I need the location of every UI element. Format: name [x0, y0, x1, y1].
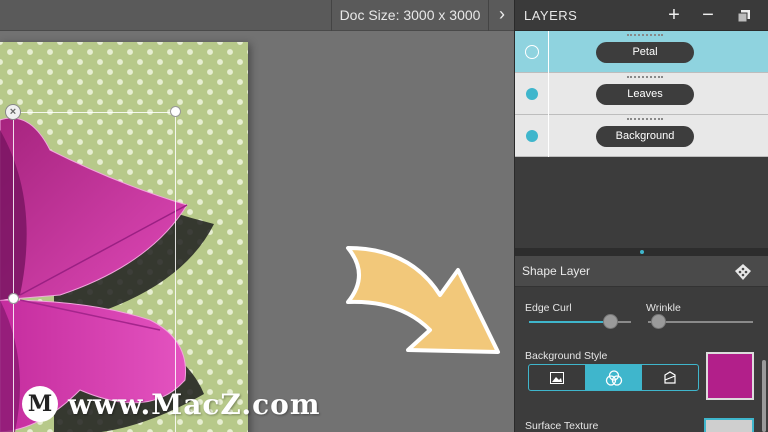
layer-name: Leaves	[596, 84, 694, 105]
layer-visibility-dot[interactable]	[525, 45, 539, 59]
selection-box[interactable]	[13, 112, 176, 432]
macz-logo-icon: M	[22, 386, 58, 422]
watermark: M www.MacZ.com	[22, 386, 320, 422]
bg-style-fill-button[interactable]	[642, 365, 698, 390]
resize-handle-top-right[interactable]	[170, 106, 181, 117]
edge-curl-slider-knob[interactable]	[602, 314, 618, 329]
background-style-label: Background Style	[525, 350, 608, 362]
layer-separator	[548, 31, 549, 73]
expand-panel-button[interactable]: ›	[490, 0, 514, 31]
shape-layer-header: Shape Layer	[515, 256, 768, 287]
resize-handle-left[interactable]	[8, 293, 19, 304]
doc-size-label: Doc Size: 3000 x 3000	[331, 0, 489, 31]
layers-empty-area	[515, 157, 768, 247]
layer-visibility-dot[interactable]	[526, 130, 538, 142]
duplicate-icon	[737, 10, 750, 23]
delete-handle-icon[interactable]: ×	[5, 104, 21, 120]
layers-header: LAYERS + −	[515, 0, 768, 31]
panel-splitter[interactable]	[515, 248, 768, 256]
panel-scrollbar[interactable]	[762, 360, 766, 432]
wrinkle-slider-knob[interactable]	[650, 314, 666, 329]
layer-row-petal[interactable]: Petal	[515, 31, 768, 73]
layer-row-background[interactable]: Background	[515, 115, 768, 157]
add-layer-button[interactable]: +	[663, 0, 685, 31]
remove-layer-button[interactable]: −	[697, 0, 719, 31]
shape-layer-title: Shape Layer	[522, 264, 591, 278]
surface-texture-swatch[interactable]	[704, 418, 754, 432]
layer-name: Background	[596, 126, 694, 147]
dice-icon[interactable]	[734, 263, 752, 281]
wrinkle-label: Wrinkle	[646, 302, 681, 314]
edge-curl-label: Edge Curl	[525, 302, 572, 314]
image-icon	[549, 371, 564, 384]
fill-icon	[664, 370, 676, 384]
background-style-selector[interactable]	[528, 364, 699, 391]
canvas-toolbar: Doc Size: 3000 x 3000 ›	[0, 0, 514, 31]
drag-grip-icon[interactable]	[627, 118, 663, 120]
layer-row-leaves[interactable]: Leaves	[515, 73, 768, 115]
duplicate-layer-button[interactable]	[733, 0, 755, 31]
bg-style-blend-button[interactable]	[585, 365, 643, 390]
drag-grip-icon[interactable]	[627, 76, 663, 78]
layer-separator	[548, 73, 549, 115]
right-panel: LAYERS + − Petal Leaves Background Shape…	[514, 0, 768, 432]
layer-separator	[548, 115, 549, 157]
color-blend-icon	[605, 369, 622, 386]
annotation-arrow-icon	[346, 246, 500, 354]
app-window: × Doc Size: 3000 x 3000 › M www.MacZ.com…	[0, 0, 768, 432]
surface-texture-label: Surface Texture	[525, 420, 599, 432]
layers-title: LAYERS	[524, 8, 578, 23]
background-color-swatch[interactable]	[706, 352, 754, 400]
layer-name: Petal	[596, 42, 694, 63]
watermark-text: www.MacZ.com	[68, 387, 321, 421]
edge-curl-fill	[529, 321, 611, 323]
layer-visibility-dot[interactable]	[526, 88, 538, 100]
canvas-area[interactable]: × Doc Size: 3000 x 3000 › M www.MacZ.com	[0, 0, 514, 432]
bg-style-image-button[interactable]	[529, 365, 586, 390]
splitter-dot	[640, 250, 644, 254]
drag-grip-icon[interactable]	[627, 34, 663, 36]
